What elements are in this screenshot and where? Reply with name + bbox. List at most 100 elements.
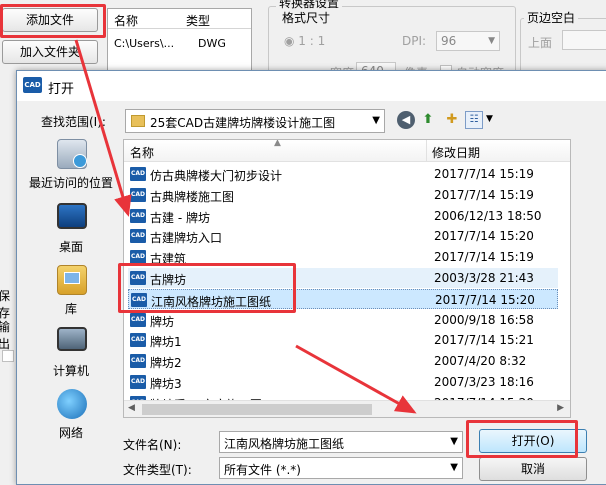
format-size-label: 格式尺寸 (282, 11, 331, 25)
file-type-value: 所有文件 (*.*) (224, 463, 301, 477)
ratio-label: 1 : 1 (298, 34, 326, 48)
column-type-header[interactable]: 类型 (186, 12, 210, 29)
cad-file-icon: CAD (131, 292, 147, 307)
file-date: 2006/12/13 18:50 (434, 208, 542, 223)
scroll-left-icon[interactable]: ◀ (128, 403, 135, 413)
ratio-radio[interactable]: ◉ 1 : 1 (284, 34, 325, 48)
margin-top-label: 上面 (528, 36, 553, 50)
file-date: 2017/7/14 15:20 (435, 292, 535, 307)
left-edge-checkbox[interactable] (2, 350, 14, 362)
file-name-input[interactable]: 江南风格牌坊施工图纸 ▼ (219, 431, 463, 453)
left-edge-save-label: 保存 (0, 289, 11, 320)
open-file-dialog: CAD 打开 查找范围(I): 25套CAD古建牌坊牌楼设计施工图 ▼ ◀ ⬆ … (16, 70, 606, 485)
place-label: 计算机 (52, 364, 89, 378)
place-network[interactable]: 网络 (17, 389, 125, 451)
file-row[interactable]: CAD 古建牌坊入口 2017/7/14 15:20 (128, 226, 558, 246)
file-type: DWG (198, 37, 226, 50)
cad-file-icon: CAD (130, 167, 146, 181)
margin-top-input[interactable] (562, 30, 606, 50)
cad-file-icon: CAD (130, 229, 146, 244)
up-folder-icon[interactable]: ⬆ (419, 111, 437, 129)
view-chevron-down-icon[interactable]: ▼ (486, 114, 493, 124)
file-name: 古牌坊 (150, 273, 187, 287)
look-in-value: 25套CAD古建牌坊牌楼设计施工图 (150, 116, 336, 130)
file-row[interactable]: CAD 江南风格牌坊施工图纸 2017/7/14 15:20 (128, 288, 558, 309)
file-name: 仿古典牌楼大门初步设计 (150, 169, 283, 183)
dpi-chevron-down-icon: ▼ (488, 36, 495, 46)
file-row[interactable]: CAD 古典牌楼施工图 2017/7/14 15:19 (128, 185, 558, 205)
chevron-down-icon: ▼ (450, 462, 458, 473)
dialog-titlebar[interactable]: CAD 打开 (17, 71, 606, 101)
file-row[interactable]: CAD 牌坊1 2017/7/14 15:21 (128, 330, 558, 350)
file-name: 牌坊1 (150, 335, 182, 350)
add-folder-button[interactable]: 加入文件夹 (2, 40, 98, 64)
dpi-select[interactable]: 96 ▼ (436, 31, 500, 51)
look-in-dropdown[interactable]: 25套CAD古建牌坊牌楼设计施工图 ▼ (125, 109, 385, 133)
file-date: 2017/7/14 15:19 (434, 250, 534, 265)
sort-up-icon: ▲ (274, 139, 281, 148)
dialog-title: 打开 (48, 82, 75, 97)
file-list-header: ▲ 名称 修改日期 (124, 140, 570, 162)
file-date: 2017/7/14 15:19 (434, 167, 534, 181)
file-name-label: 文件名(N): (123, 438, 182, 452)
horizontal-scrollbar[interactable]: ◀ ▶ (124, 400, 570, 417)
desktop-icon (57, 203, 87, 229)
cad-file-icon: CAD (130, 333, 146, 348)
file-name: 牌坊3 (150, 377, 182, 391)
file-row[interactable]: CAD 古牌坊 2003/3/28 21:43 (128, 268, 558, 288)
file-name-value: 江南风格牌坊施工图纸 (224, 437, 345, 451)
look-in-label: 查找范围(I): (41, 115, 106, 129)
left-edge-output-label: 输出 (0, 320, 11, 351)
dpi-value: 96 (441, 34, 457, 48)
file-row[interactable]: CAD 牌坊 2000/9/18 16:58 (128, 310, 558, 330)
column-separator[interactable] (426, 140, 427, 162)
place-label: 最近访问的位置 (28, 176, 113, 190)
folder-icon (131, 115, 145, 127)
place-label: 库 (64, 302, 77, 316)
open-button[interactable]: 打开(O) (479, 429, 587, 453)
cad-file-icon: CAD (130, 375, 146, 389)
view-menu-icon[interactable]: ☷ (465, 111, 483, 129)
file-list-header: 名称 类型 (108, 9, 251, 29)
file-name: 古建筑 (150, 252, 187, 267)
column-name-header[interactable]: 名称 (130, 144, 154, 161)
file-name: 古建 - 牌坊 (150, 210, 210, 225)
file-name: 牌坊2 (150, 356, 182, 371)
file-row[interactable]: CAD 牌坊2 2007/4/20 8:32 (128, 351, 558, 371)
file-date: 2003/3/28 21:43 (434, 271, 534, 285)
scroll-right-icon[interactable]: ▶ (557, 403, 564, 413)
new-folder-icon[interactable]: ✚ (443, 111, 461, 129)
file-row[interactable]: CAD 古建筑 2017/7/14 15:19 (128, 247, 558, 267)
place-label: 桌面 (58, 240, 83, 254)
library-icon (57, 265, 87, 295)
file-date: 2007/4/20 8:32 (434, 354, 527, 369)
place-library[interactable]: 库 (17, 265, 125, 327)
add-file-button[interactable]: 添加文件 (2, 8, 98, 32)
file-row[interactable]: CAD 古建 - 牌坊 2006/12/13 18:50 (128, 206, 558, 226)
column-name-header[interactable]: 名称 (114, 12, 138, 29)
file-date: 2017/7/14 15:19 (434, 187, 534, 202)
chevron-down-icon[interactable]: ▼ (450, 436, 458, 447)
cad-app-icon: CAD (23, 77, 42, 93)
cad-file-icon: CAD (130, 271, 146, 285)
file-row[interactable]: CAD 牌坊3 2007/3/23 18:16 (128, 372, 558, 392)
back-icon[interactable]: ◀ (397, 111, 415, 129)
file-row[interactable]: CAD 仿古典牌楼大门初步设计 2017/7/14 15:19 (128, 164, 558, 184)
cancel-button[interactable]: 取消 (479, 457, 587, 481)
place-recent[interactable]: 最近访问的位置 (17, 139, 125, 201)
dpi-label: DPI: (402, 34, 427, 48)
places-bar: 最近访问的位置 桌面 库 计算机 网络 (17, 139, 125, 449)
file-name: 古典牌楼施工图 (150, 189, 235, 204)
file-path: C:\Users\... (114, 37, 175, 50)
column-date-header[interactable]: 修改日期 (432, 144, 480, 161)
scrollbar-thumb[interactable] (142, 404, 372, 415)
cad-file-icon: CAD (130, 312, 146, 327)
file-list-view[interactable]: ▲ 名称 修改日期 CAD 仿古典牌楼大门初步设计 2017/7/14 15:19 C… (123, 139, 571, 418)
file-date: 2007/3/23 18:16 (434, 375, 534, 389)
network-icon (57, 389, 87, 419)
source-file-list[interactable]: 名称 类型 C:\Users\... DWG (107, 8, 252, 72)
place-computer[interactable]: 计算机 (17, 327, 125, 389)
cad-file-icon: CAD (130, 354, 146, 369)
file-type-select[interactable]: 所有文件 (*.*) ▼ (219, 457, 463, 479)
place-desktop[interactable]: 桌面 (17, 203, 125, 265)
